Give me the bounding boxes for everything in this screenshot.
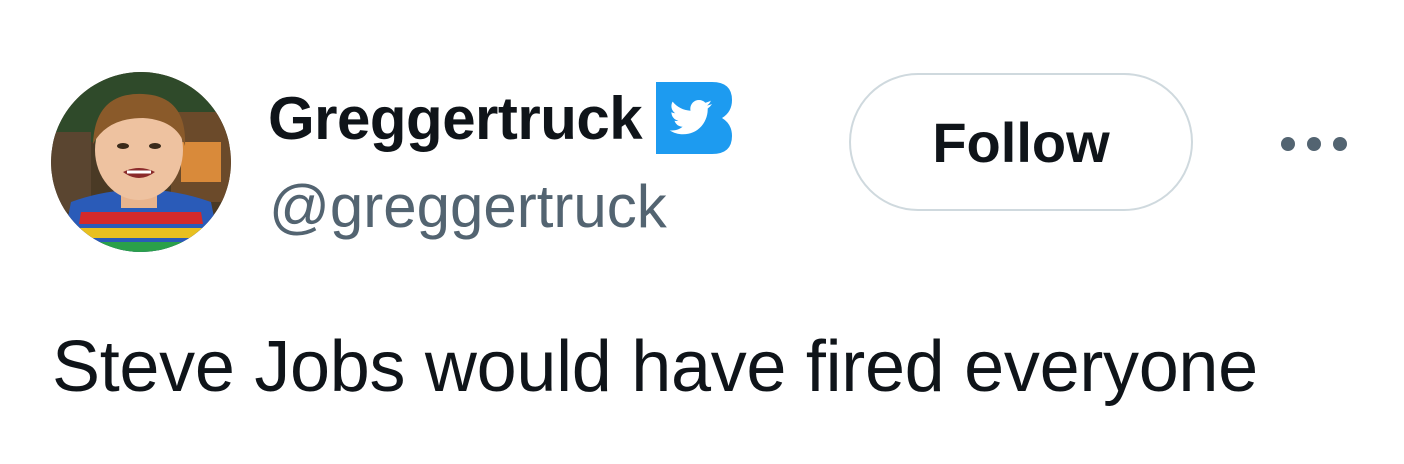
author-name-row: Greggertruck [268, 82, 733, 154]
follow-button[interactable]: Follow [849, 73, 1193, 211]
more-horizontal-icon [1281, 137, 1347, 151]
author-handle[interactable]: @greggertruck [269, 172, 667, 241]
twitter-bird-verified-badge-icon[interactable] [656, 82, 733, 154]
tweet-text: Steve Jobs would have fired everyone [52, 327, 1258, 407]
avatar-image [51, 72, 231, 252]
tweet-card: Greggertruck @greggertruck Follow Steve … [0, 0, 1404, 464]
follow-button-label: Follow [932, 110, 1110, 174]
avatar[interactable] [51, 72, 231, 252]
more-options-button[interactable] [1268, 118, 1360, 170]
author-display-name[interactable]: Greggertruck [268, 84, 643, 153]
